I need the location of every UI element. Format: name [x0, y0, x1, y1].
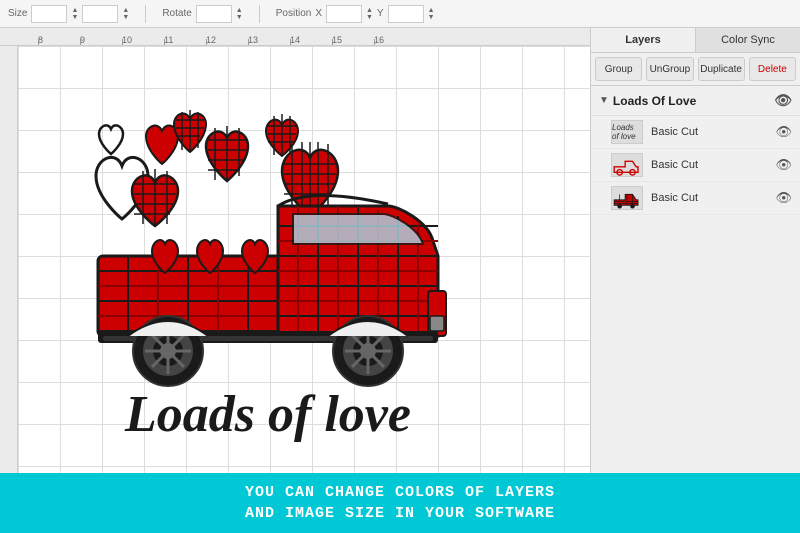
layer-item-2[interactable]: Basic Cut 👁: [591, 149, 800, 182]
main-layer-header[interactable]: ▼ Loads Of Love 👁: [591, 86, 800, 116]
y-input[interactable]: [388, 5, 424, 23]
y-label: Y: [377, 8, 384, 19]
canvas-white[interactable]: Loads of love: [18, 46, 590, 473]
size-group: Size ▲▼ ▲▼: [8, 5, 129, 23]
canvas-area[interactable]: 8 9 10 11 12 13 14 15 16: [0, 28, 590, 473]
ruler-left-num-9: [0, 382, 18, 424]
layer-name-3: Basic Cut: [651, 192, 775, 204]
toolbar: Size ▲▼ ▲▼ Rotate ▲▼ Position X ▲▼ Y ▲▼: [0, 0, 800, 28]
layer-thumb-1: Loads of love: [611, 120, 643, 144]
layer-eye-2[interactable]: 👁: [775, 157, 792, 173]
bottom-banner: YOU CAN CHANGE COLORS OF LAYERS AND IMAG…: [0, 473, 800, 533]
rotate-label: Rotate: [162, 8, 191, 19]
divider-1: [145, 5, 146, 23]
position-group: Position X ▲▼ Y ▲▼: [276, 5, 435, 23]
right-panel: Layers Color Sync Group UnGroup Duplicat…: [590, 28, 800, 473]
position-label: Position: [276, 8, 312, 19]
banner-line-1: YOU CAN CHANGE COLORS OF LAYERS: [245, 482, 555, 503]
svg-text:Loads of love: Loads of love: [124, 386, 411, 443]
ruler-num-11: 11: [164, 35, 206, 45]
ruler-num-13: 13: [248, 35, 290, 45]
width-input[interactable]: [31, 5, 67, 23]
layer-thumb-2: [611, 153, 643, 177]
ruler-left-num-4: [0, 172, 18, 214]
layer-name-1: Basic Cut: [651, 126, 775, 138]
layer-name-2: Basic Cut: [651, 159, 775, 171]
layer-item-1[interactable]: Loads of love Basic Cut 👁: [591, 116, 800, 149]
ruler-num-10: 10: [122, 35, 164, 45]
ruler-num-9: 9: [80, 35, 122, 45]
ruler-left-num-2: [0, 88, 18, 130]
main-area: 8 9 10 11 12 13 14 15 16: [0, 28, 800, 473]
main-layer-eye-icon[interactable]: 👁: [774, 92, 792, 109]
duplicate-button[interactable]: Duplicate: [698, 57, 745, 81]
ruler-numbers-top: 8 9 10 11 12 13 14 15 16: [36, 35, 416, 45]
ruler-num-12: 12: [206, 35, 248, 45]
x-stepper[interactable]: ▲▼: [366, 7, 373, 21]
ruler-left-num-8: [0, 340, 18, 382]
divider-2: [259, 5, 260, 23]
tab-layers[interactable]: Layers: [591, 28, 696, 52]
width-stepper[interactable]: ▲▼: [71, 7, 78, 21]
y-stepper[interactable]: ▲▼: [428, 7, 435, 21]
ruler-num-8: 8: [38, 35, 80, 45]
panel-tabs: Layers Color Sync: [591, 28, 800, 53]
ruler-left-num-5: [0, 214, 18, 256]
rotate-stepper[interactable]: ▲▼: [236, 7, 243, 21]
height-stepper[interactable]: ▲▼: [122, 7, 129, 21]
ruler-left-num-3: [0, 130, 18, 172]
panel-actions: Group UnGroup Duplicate Delete: [591, 53, 800, 86]
ungroup-button[interactable]: UnGroup: [646, 57, 693, 81]
layer-eye-1[interactable]: 👁: [775, 124, 792, 140]
ruler-left-num-1: [0, 46, 18, 88]
delete-button[interactable]: Delete: [749, 57, 796, 81]
rotate-group: Rotate ▲▼: [162, 5, 242, 23]
ruler-left-num-7: [0, 298, 18, 340]
group-button[interactable]: Group: [595, 57, 642, 81]
x-label: X: [315, 8, 322, 19]
size-label: Size: [8, 8, 27, 19]
design-svg: Loads of love: [78, 76, 458, 466]
ruler-num-16: 16: [374, 35, 416, 45]
layer-eye-3[interactable]: 👁: [775, 190, 792, 206]
height-input[interactable]: [82, 5, 118, 23]
ruler-left-num-6: [0, 256, 18, 298]
ruler-left-numbers: [0, 46, 18, 424]
layer-expand-arrow: ▼: [599, 95, 609, 106]
truck-group: [98, 195, 446, 386]
banner-line-2: AND IMAGE SIZE IN YOUR SOFTWARE: [245, 503, 555, 524]
ruler-num-14: 14: [290, 35, 332, 45]
banner-text: YOU CAN CHANGE COLORS OF LAYERS AND IMAG…: [245, 482, 555, 524]
layer-thumb-3: [611, 186, 643, 210]
ruler-num-15: 15: [332, 35, 374, 45]
ruler-top: 8 9 10 11 12 13 14 15 16: [0, 28, 590, 46]
tab-color-sync[interactable]: Color Sync: [696, 28, 800, 52]
layer-item-3[interactable]: Basic Cut 👁: [591, 182, 800, 215]
rotate-input[interactable]: [196, 5, 232, 23]
main-layer-name: Loads Of Love: [613, 94, 696, 108]
x-input[interactable]: [326, 5, 362, 23]
